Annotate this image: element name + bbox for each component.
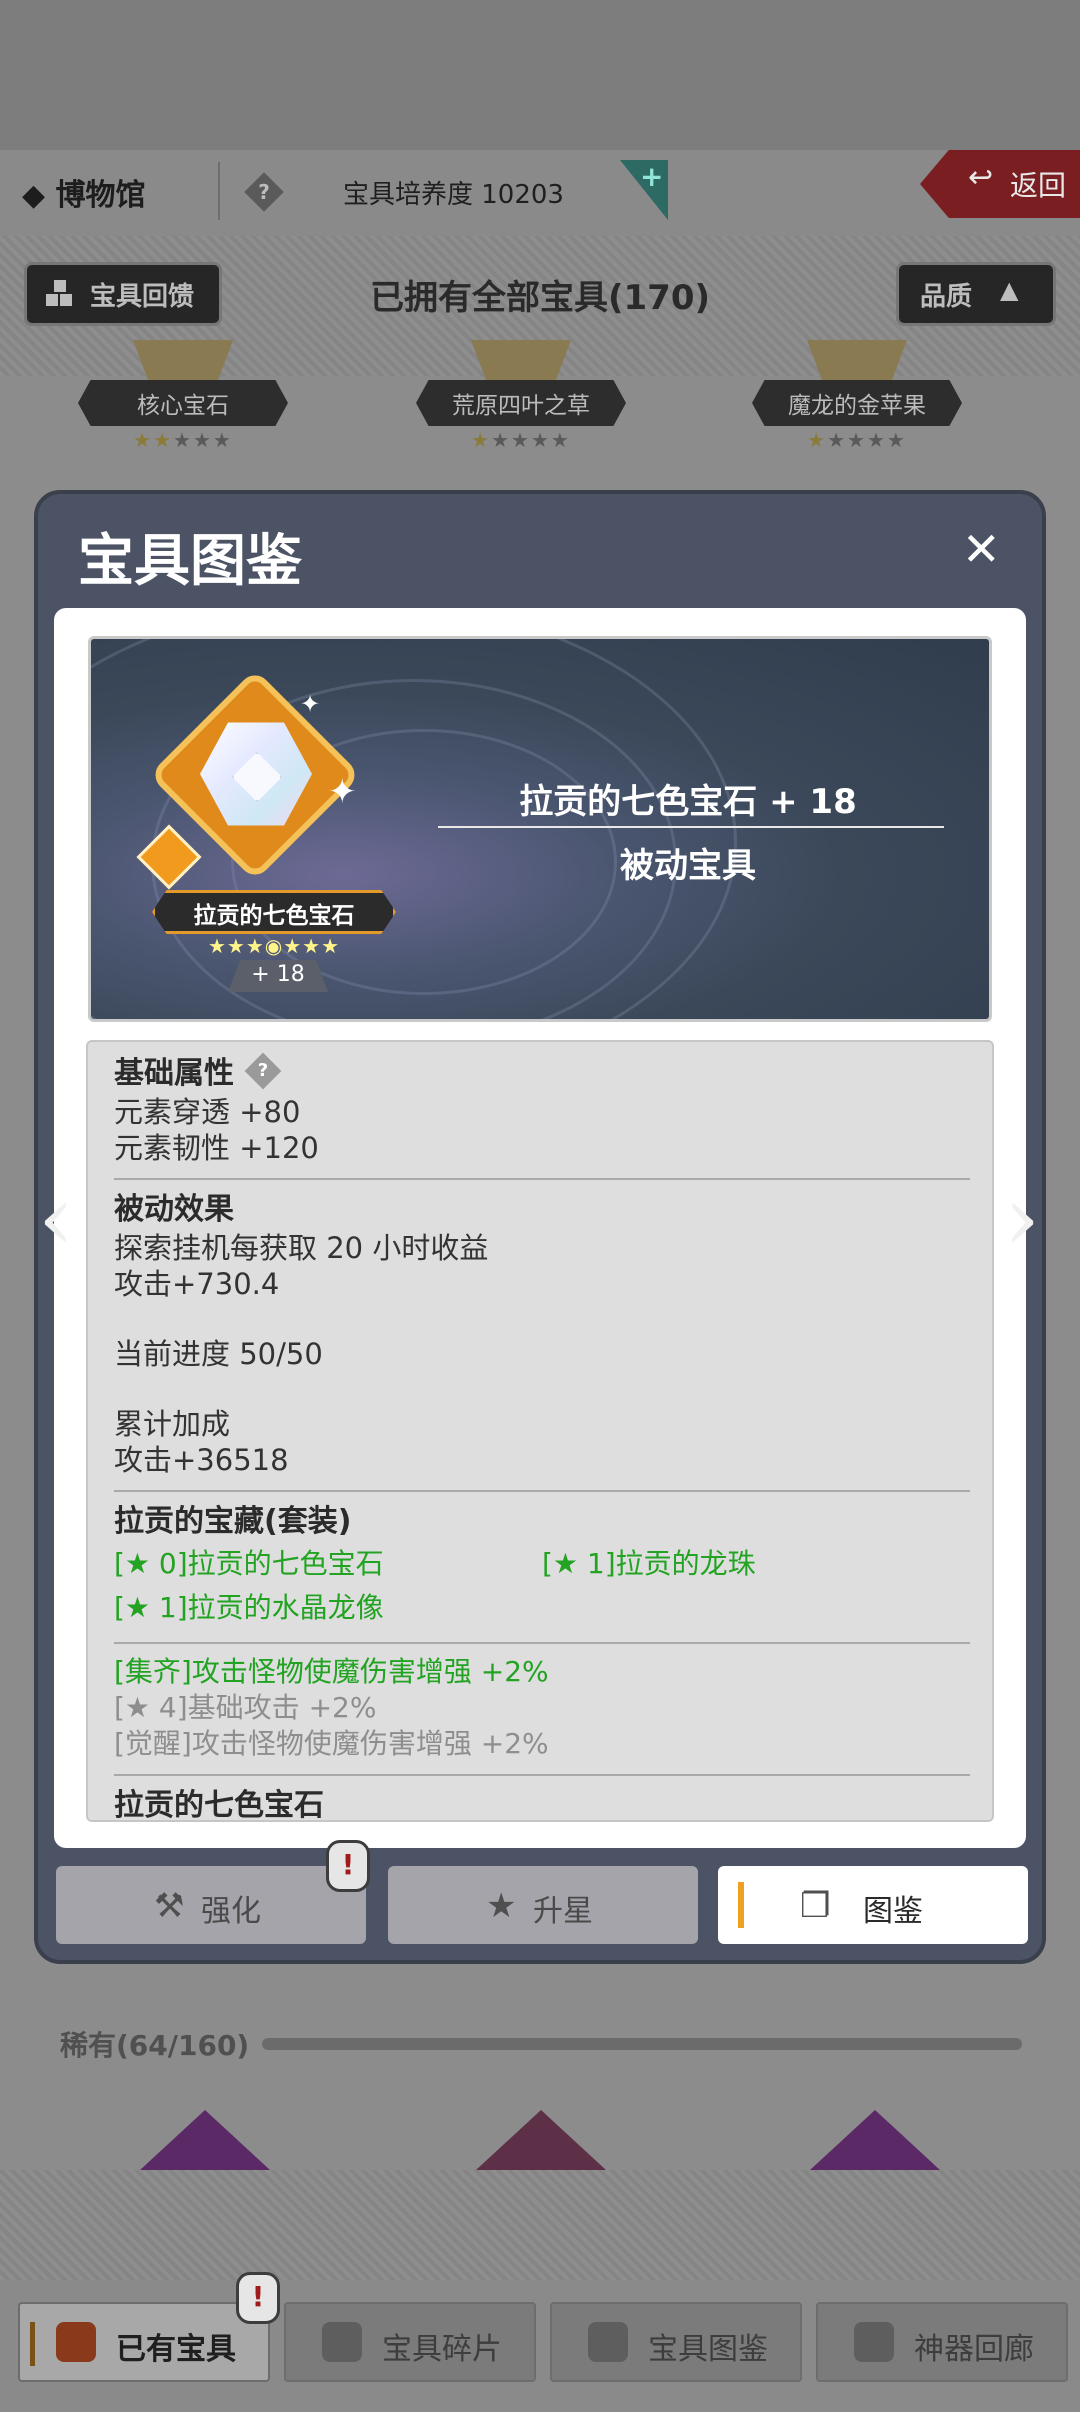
- triangle-up-icon: ▲: [1000, 276, 1019, 304]
- set-effect-inactive: [觉醒]攻击怪物使魔伤害增强 +2%: [114, 1727, 549, 1760]
- tab-label: 宝具图鉴: [648, 2332, 768, 2367]
- close-icon[interactable]: ✕: [962, 522, 1001, 576]
- set-effect-inactive: [★ 4]基础攻击 +2%: [114, 1691, 377, 1724]
- alert-icon: !: [326, 1840, 370, 1892]
- tab-artifact-corridor[interactable]: 神器回廊: [816, 2302, 1068, 2382]
- tab-enhance[interactable]: ⚒ 强化: [56, 1866, 366, 1944]
- back-arrow-icon: ↩: [968, 160, 994, 195]
- gem-stars: ★★★◉★★★: [207, 934, 341, 958]
- rare-treasure-card[interactable]: [476, 2110, 606, 2170]
- rare-treasure-card[interactable]: [810, 2110, 940, 2170]
- divider: [114, 1178, 970, 1180]
- attribute-line: 元素穿透 +80: [114, 1095, 301, 1129]
- rare-progress-bar: [262, 2038, 1022, 2050]
- museum-title: ◆ 博物馆: [22, 178, 146, 213]
- fragments-icon: [322, 2322, 362, 2362]
- tab-treasure-fragments[interactable]: 宝具碎片: [284, 2302, 536, 2382]
- rare-section-label: 稀有(64/160): [60, 2029, 250, 2062]
- divider: [114, 1774, 970, 1776]
- treasure-card[interactable]: 魔龙的金苹果 ★★★★★: [752, 340, 962, 460]
- chevron-right-icon[interactable]: ›: [1004, 1166, 1040, 1271]
- tab-treasure-codex[interactable]: 宝具图鉴: [550, 2302, 802, 2382]
- artifact-icon: [854, 2322, 894, 2362]
- card-name: 魔龙的金苹果: [788, 393, 926, 419]
- tab-label: 神器回廊: [914, 2332, 1034, 2367]
- divider: [114, 1642, 970, 1644]
- set-effect-active: [集齐]攻击怪物使魔伤害增强 +2%: [114, 1655, 549, 1688]
- tab-codex[interactable]: ❐ 图鉴: [718, 1866, 1028, 1944]
- plus-icon[interactable]: +: [640, 160, 663, 193]
- card-stars: ★★★★★: [471, 428, 571, 452]
- attribute-line: 元素韧性 +120: [114, 1131, 319, 1165]
- bonus-title: 累计加成: [114, 1407, 231, 1441]
- question-icon[interactable]: ?: [244, 1052, 282, 1089]
- set-title: 拉贡的宝藏(套装): [114, 1504, 352, 1539]
- item-type: 被动宝具: [620, 846, 756, 886]
- next-section-title: 拉贡的七色宝石: [114, 1788, 324, 1822]
- card-name: 荒原四叶之草: [452, 393, 590, 419]
- tab-label: 图鉴: [863, 1894, 923, 1929]
- tab-label: 宝具碎片: [382, 2332, 502, 2367]
- progress-text: 当前进度 50/50: [114, 1337, 323, 1371]
- chest-icon: [56, 2322, 96, 2362]
- passive-line: 攻击+730.4: [114, 1267, 280, 1301]
- passive-effect-title: 被动效果: [114, 1192, 234, 1227]
- sparkle-icon: ✦: [300, 690, 321, 718]
- pattern-strip: [0, 2170, 1080, 2280]
- sparkle-icon: ✦: [328, 772, 357, 812]
- header-divider: [218, 162, 220, 220]
- card-name: 核心宝石: [137, 393, 229, 419]
- passive-line: 探索挂机每获取 20 小时收益: [114, 1231, 489, 1265]
- scroll-icon: [588, 2322, 628, 2362]
- back-label: 返回: [1010, 169, 1067, 202]
- gem-level: + 18: [251, 962, 305, 987]
- set-item: [★ 1]拉贡的龙珠: [542, 1547, 756, 1580]
- question-icon[interactable]: ?: [244, 172, 284, 212]
- card-stars: ★★★★★: [807, 428, 907, 452]
- quality-label: 品质: [920, 282, 973, 312]
- set-item: [★ 1]拉贡的水晶龙像: [114, 1591, 384, 1624]
- gem-plate-name: 拉贡的七色宝石: [193, 903, 355, 929]
- set-item: [★ 0]拉贡的七色宝石: [114, 1547, 384, 1580]
- tab-star-up[interactable]: ★ 升星: [388, 1866, 698, 1944]
- modal-title: 宝具图鉴: [78, 529, 302, 594]
- tab-label: 强化: [201, 1894, 261, 1929]
- rare-treasure-card[interactable]: [140, 2110, 270, 2170]
- treasure-card[interactable]: 核心宝石 ★★★★★: [78, 340, 288, 460]
- alert-icon: !: [236, 2272, 280, 2324]
- card-stars: ★★★★★: [133, 428, 233, 452]
- bonus-value: 攻击+36518: [114, 1443, 289, 1477]
- chevron-left-icon[interactable]: ‹: [38, 1166, 74, 1271]
- description-panel[interactable]: 基础属性? 元素穿透 +80 元素韧性 +120 被动效果 探索挂机每获取 20…: [86, 1040, 994, 1822]
- item-divider: [438, 826, 944, 828]
- treasure-card[interactable]: 荒原四叶之草 ★★★★★: [416, 340, 626, 460]
- cultivation-text: 宝具培养度 10203: [343, 180, 564, 210]
- tab-label: 已有宝具: [116, 2332, 236, 2367]
- basic-attributes-title: 基础属性?: [114, 1052, 970, 1094]
- tab-owned-treasures[interactable]: 已有宝具: [18, 2302, 270, 2382]
- tab-label: 升星: [533, 1894, 593, 1929]
- divider: [114, 1490, 970, 1492]
- item-name: 拉贡的七色宝石 + 18: [519, 782, 857, 822]
